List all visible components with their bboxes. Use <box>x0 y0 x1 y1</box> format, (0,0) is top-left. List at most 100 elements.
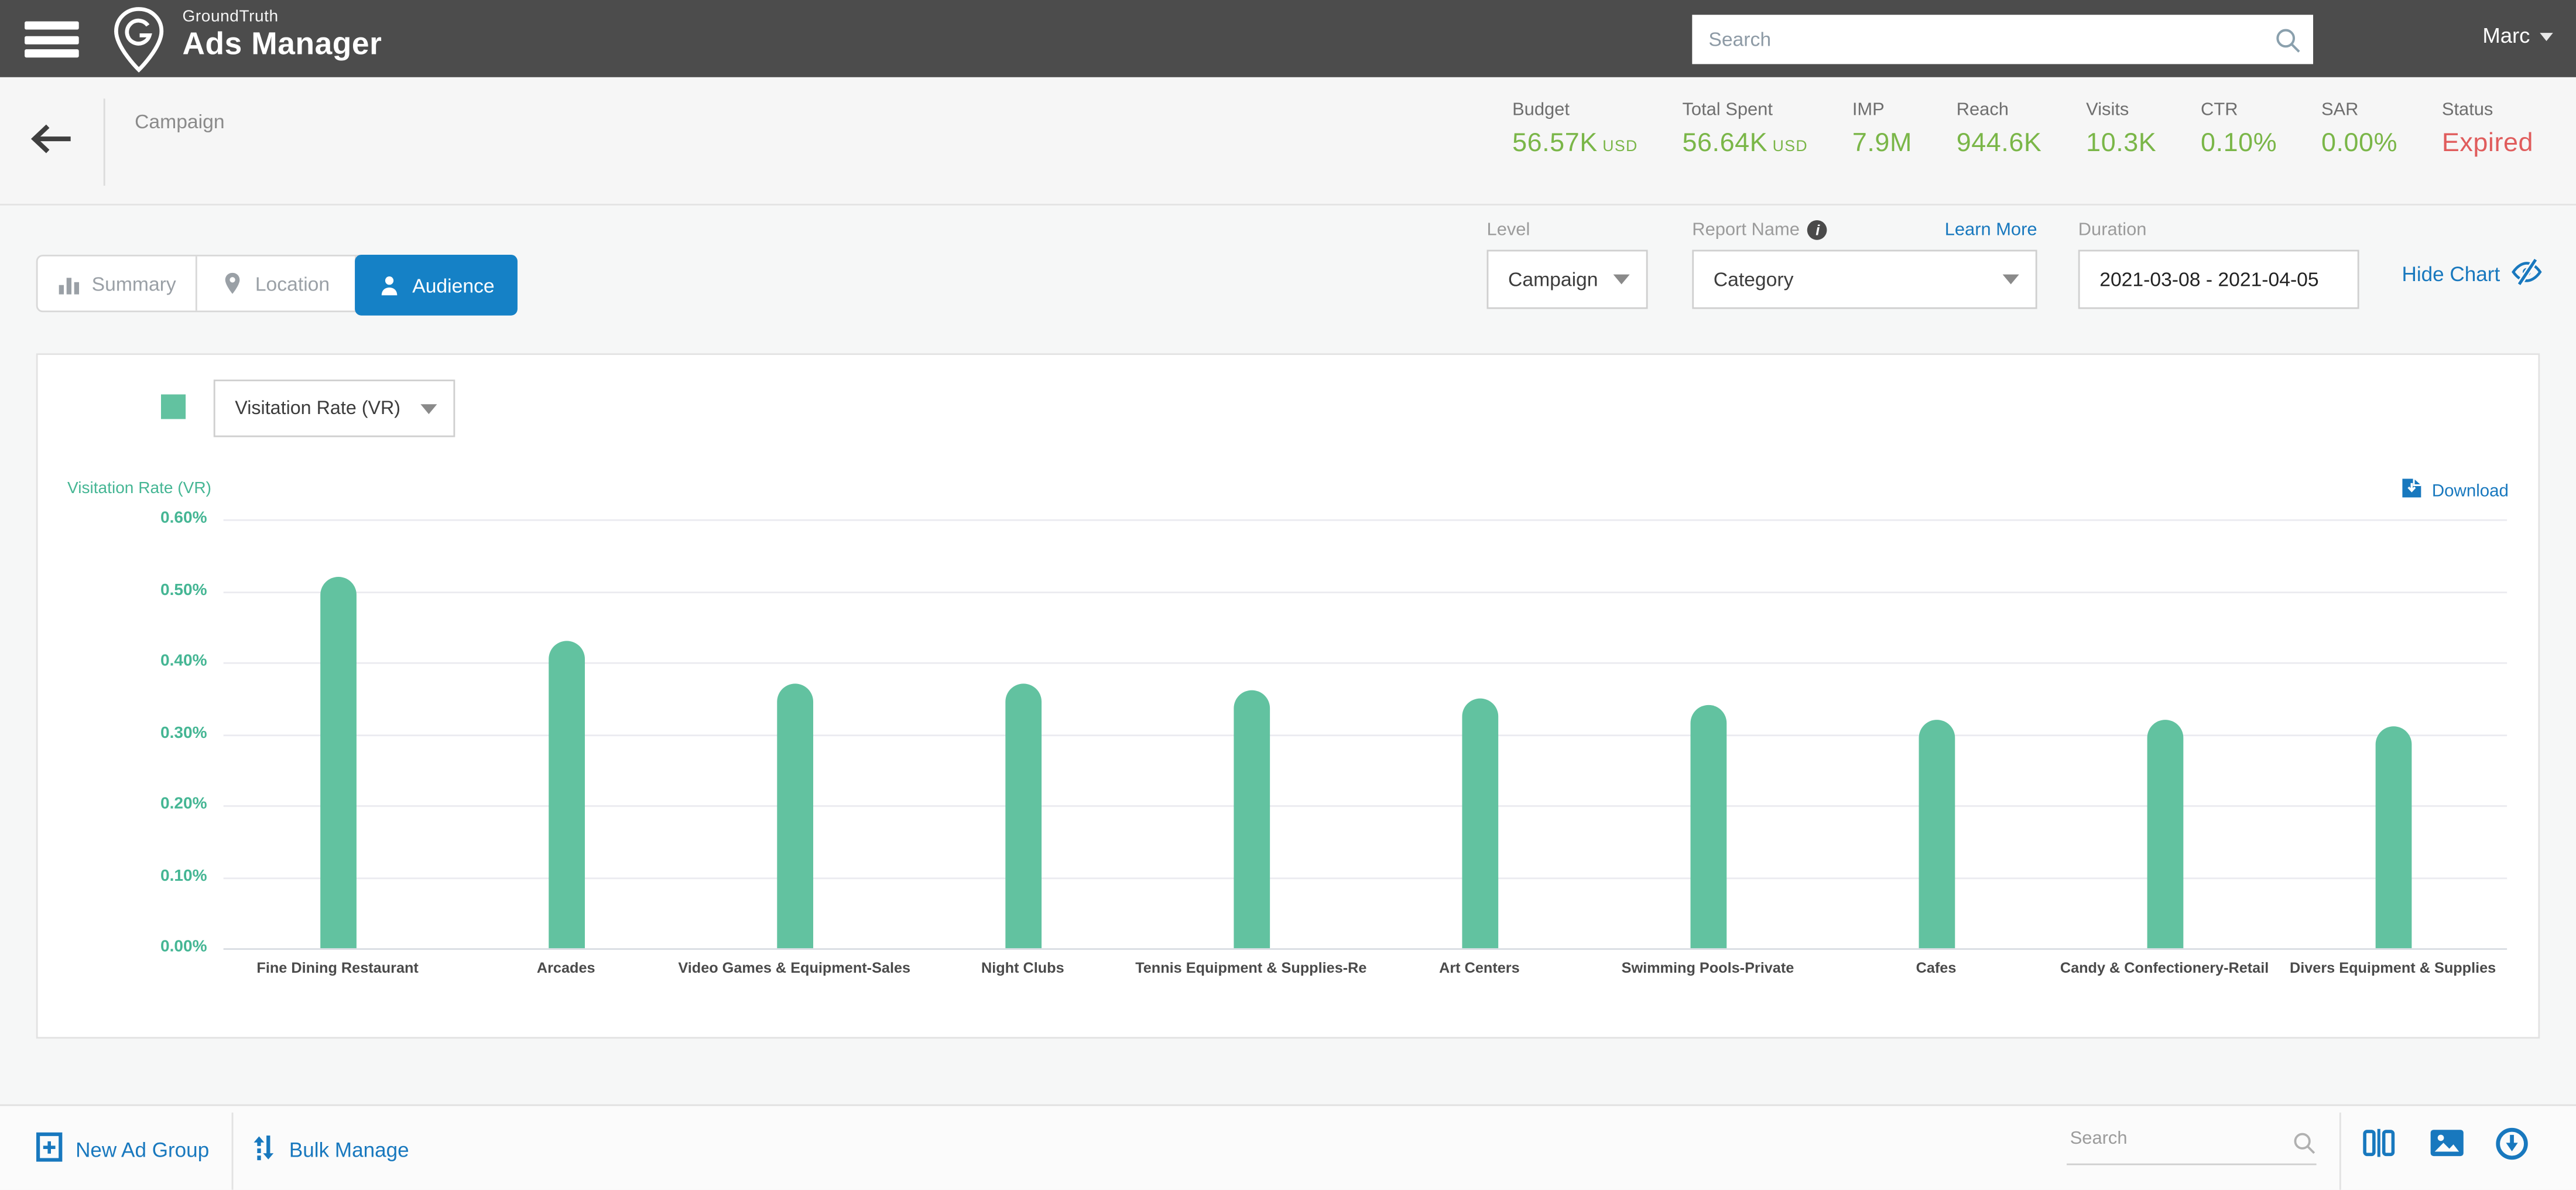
page-title: Campaign <box>135 110 225 134</box>
report-name-label: Report Name <box>1692 220 1800 240</box>
stat-label: Visits <box>2086 100 2129 120</box>
stat-value: 944.6K <box>1956 129 2042 158</box>
tab-location[interactable]: Location <box>197 256 357 311</box>
menu-icon[interactable] <box>25 21 79 58</box>
duration-input[interactable] <box>2078 249 2359 309</box>
stat-value: 0.10% <box>2201 129 2277 158</box>
chevron-down-icon <box>420 403 437 413</box>
stat-item: Budget 56.57K USD <box>1512 100 1638 159</box>
groundtruth-logo-icon <box>112 6 166 80</box>
stat-value: 0.00% <box>2321 129 2398 158</box>
bar-chart-icon <box>57 272 80 295</box>
bulk-manage-label: Bulk Manage <box>289 1138 409 1162</box>
tab-label: Location <box>255 272 330 295</box>
global-search <box>1692 15 2314 64</box>
app-root: GroundTruth Ads Manager Marc Campaign Bu… <box>0 0 2576 1190</box>
bulk-manage-button[interactable]: Bulk Manage <box>251 1132 409 1168</box>
metric-select[interactable]: Visitation Rate (VR) <box>213 379 455 437</box>
new-ad-group-label: New Ad Group <box>76 1138 210 1161</box>
y-axis-tick: 0.20% <box>160 795 207 814</box>
x-axis-label: Divers Equipment & Supplies <box>2289 959 2496 976</box>
stat-value: 7.9M <box>1852 129 1912 158</box>
legend-swatch <box>160 394 186 419</box>
stat-label: CTR <box>2201 100 2238 120</box>
tab-label: Audience <box>412 273 495 297</box>
campaign-header: Campaign Budget 56.57K USD Total Spent 56.64… <box>0 77 2576 206</box>
user-menu[interactable]: Marc <box>2482 23 2553 47</box>
level-label: Level <box>1486 220 1530 240</box>
info-icon[interactable]: i <box>1807 220 1828 240</box>
stat-value: 10.3K <box>2086 129 2157 158</box>
bar-Art Centers[interactable] <box>1461 697 1498 949</box>
hide-chart-link[interactable]: Hide Chart <box>2402 258 2543 291</box>
stat-unit: USD <box>1602 138 1638 156</box>
stat-label: Reach <box>1956 100 2009 120</box>
learn-more-link[interactable]: Learn More <box>1945 220 2037 240</box>
tab-label: Summary <box>91 272 176 295</box>
bar-Tennis Equipment & Supplies-Re[interactable] <box>1232 690 1269 949</box>
stat-value: 56.64K <box>1682 129 1768 158</box>
bottom-action-bar: New Ad Group Bulk Manage <box>0 1104 2576 1190</box>
level-select[interactable]: Campaign <box>1486 249 1648 309</box>
report-name-select[interactable]: Category <box>1692 249 2037 309</box>
y-axis-tick: 0.10% <box>160 867 207 885</box>
stat-value: 56.57K <box>1512 129 1598 158</box>
table-search <box>2067 1122 2317 1165</box>
divider <box>231 1112 234 1190</box>
tab-summary[interactable]: Summary <box>38 256 197 311</box>
gridline <box>223 519 2508 521</box>
bar-Arcades[interactable] <box>547 641 584 949</box>
new-ad-group-button[interactable]: New Ad Group <box>36 1132 209 1167</box>
sort-arrows-icon <box>251 1132 276 1168</box>
y-axis-tick: 0.40% <box>160 652 207 671</box>
y-axis-tick: 0.60% <box>160 509 207 528</box>
chevron-down-icon <box>1613 274 1630 285</box>
stat-label: Total Spent <box>1682 100 1773 120</box>
level-control: Level Campaign <box>1486 220 1648 309</box>
image-icon[interactable] <box>2430 1129 2464 1165</box>
stat-item: Total Spent 56.64K USD <box>1682 100 1808 159</box>
bar-Candy & Confectionery-Retail[interactable] <box>2146 719 2183 949</box>
download-label: Download <box>2431 480 2509 501</box>
chevron-down-icon <box>2540 33 2553 42</box>
y-axis-tick: 0.30% <box>160 724 207 742</box>
stat-item: CTR 0.10% <box>2201 100 2277 159</box>
divider <box>2339 1112 2341 1190</box>
bar-Cafes[interactable] <box>1918 719 1954 949</box>
download-link[interactable]: Download <box>2401 477 2509 505</box>
gridline <box>223 948 2508 950</box>
eye-slash-icon <box>2510 258 2543 291</box>
bar-Night Clubs[interactable] <box>1004 683 1041 949</box>
bar-chart-plot: 0.60% 0.50% 0.40% 0.30% 0.20% 0.10% 0.00% Fine … <box>160 509 2508 976</box>
report-name-control: Report Name i Learn More Category <box>1692 220 2037 309</box>
hide-chart-label: Hide Chart <box>2402 262 2500 286</box>
top-header: GroundTruth Ads Manager Marc <box>0 0 2576 77</box>
global-search-input[interactable] <box>1692 15 2314 64</box>
bar-Fine Dining Restaurant[interactable] <box>319 576 356 949</box>
y-axis-tick: 0.50% <box>160 580 207 599</box>
tab-audience[interactable]: Audience <box>355 254 518 316</box>
columns-icon[interactable] <box>2362 1127 2395 1167</box>
search-icon[interactable] <box>2292 1131 2317 1164</box>
stat-item: Visits 10.3K <box>2086 100 2156 159</box>
chart-card: Visitation Rate (VR) Visitation Rate (VR… <box>36 353 2540 1039</box>
file-download-icon <box>2401 477 2424 505</box>
stat-item: Reach 944.6K <box>1957 100 2042 159</box>
chevron-down-icon <box>2002 274 2019 285</box>
report-name-value: Category <box>1713 268 1794 291</box>
app-title: Ads Manager <box>182 28 382 63</box>
bar-Swimming Pools-Private[interactable] <box>1690 705 1726 949</box>
brand-name: GroundTruth <box>182 8 279 26</box>
stat-label: SAR <box>2321 100 2359 120</box>
metric-value: Visitation Rate (VR) <box>235 398 401 419</box>
user-name: Marc <box>2482 23 2530 48</box>
download-circle-icon[interactable] <box>2495 1127 2528 1168</box>
gridline <box>223 590 2508 593</box>
stat-label: Status <box>2441 100 2493 120</box>
map-pin-icon <box>222 271 244 296</box>
bar-Video Games & Equipment-Sales[interactable] <box>776 683 813 949</box>
search-icon[interactable] <box>2274 26 2302 63</box>
table-search-input[interactable] <box>2067 1122 2280 1155</box>
bar-Divers Equipment & Supplies[interactable] <box>2375 726 2411 949</box>
back-button[interactable] <box>30 120 74 163</box>
